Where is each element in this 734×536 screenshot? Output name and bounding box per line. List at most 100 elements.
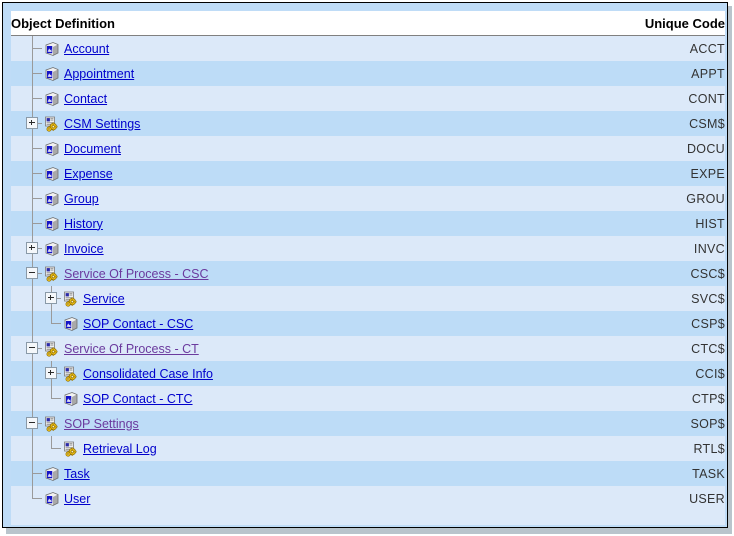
object-definition-link[interactable]: Contact bbox=[64, 91, 107, 107]
collapse-toggle-icon[interactable] bbox=[26, 417, 38, 429]
expand-toggle-icon[interactable] bbox=[45, 292, 57, 304]
unique-code-cell: CSP$ bbox=[691, 316, 725, 331]
object-definition-link[interactable]: Service Of Process - CSC bbox=[64, 266, 208, 282]
unique-code-cell: SOP$ bbox=[690, 416, 725, 431]
object-icon bbox=[44, 491, 60, 507]
expand-toggle-icon[interactable] bbox=[26, 242, 38, 254]
settings-icon bbox=[44, 116, 60, 132]
table-row[interactable]: SOP Contact - CSC CSP$ bbox=[11, 311, 725, 336]
object-definition-link[interactable]: History bbox=[64, 216, 103, 232]
tree-connector bbox=[23, 61, 42, 86]
object-definition-link[interactable]: Service bbox=[83, 291, 125, 307]
object-definition-link[interactable]: SOP Settings bbox=[64, 416, 139, 432]
object-definition-link[interactable]: Task bbox=[64, 466, 90, 482]
unique-code-cell: GROU bbox=[686, 191, 725, 206]
expand-toggle-icon[interactable] bbox=[26, 117, 38, 129]
table-row[interactable]: Appointment APPT bbox=[11, 61, 725, 86]
settings-icon bbox=[63, 366, 79, 382]
object-icon bbox=[63, 316, 79, 332]
tree-toggle[interactable] bbox=[23, 261, 42, 286]
object-definition-link[interactable]: CSM Settings bbox=[64, 116, 140, 132]
table-row[interactable]: Consolidated Case Info CCI$ bbox=[11, 361, 725, 386]
table-row[interactable]: Document DOCU bbox=[11, 136, 725, 161]
tree-toggle[interactable] bbox=[42, 286, 61, 311]
object-definition-link[interactable]: Service Of Process - CT bbox=[64, 341, 199, 357]
table-row[interactable]: Expense EXPE bbox=[11, 161, 725, 186]
object-definition-cell: Invoice bbox=[11, 236, 571, 261]
expand-toggle-icon[interactable] bbox=[45, 367, 57, 379]
unique-code-cell: INVC bbox=[693, 241, 725, 256]
table-row[interactable]: Service SVC$ bbox=[11, 286, 725, 311]
tree-trunk-line bbox=[23, 436, 42, 461]
unique-code-cell: DOCU bbox=[686, 141, 725, 156]
tree-toggle[interactable] bbox=[23, 411, 42, 436]
tree-connector bbox=[23, 186, 42, 211]
unique-code-cell: TASK bbox=[692, 466, 725, 481]
settings-icon bbox=[44, 266, 60, 282]
table-row[interactable]: Contact CONT bbox=[11, 86, 725, 111]
tree-connector bbox=[42, 311, 61, 336]
object-icon bbox=[44, 241, 60, 257]
table-row[interactable]: Retrieval Log RTL$ bbox=[11, 436, 725, 461]
column-header-unique-code: Unique Code bbox=[571, 11, 725, 36]
object-icon bbox=[44, 66, 60, 82]
window-frame: Object Definition Unique Code Account ACC… bbox=[0, 0, 734, 536]
table-row[interactable]: Account ACCT bbox=[11, 35, 725, 61]
unique-code-cell: CCI$ bbox=[695, 366, 725, 381]
unique-code-cell: ACCT bbox=[689, 41, 725, 56]
settings-icon bbox=[63, 291, 79, 307]
object-icon bbox=[44, 41, 60, 57]
table-row[interactable]: Service Of Process - CT CTC$ bbox=[11, 336, 725, 361]
tree-trunk-line bbox=[23, 286, 42, 311]
object-definition-link[interactable]: User bbox=[64, 491, 90, 507]
settings-icon bbox=[44, 341, 60, 357]
object-definition-link[interactable]: Expense bbox=[64, 166, 113, 182]
object-definition-link[interactable]: SOP Contact - CSC bbox=[83, 316, 193, 332]
object-definition-cell: Appointment bbox=[11, 61, 571, 86]
object-definition-link[interactable]: Document bbox=[64, 141, 121, 157]
object-definition-link[interactable]: Account bbox=[64, 41, 109, 57]
table-row[interactable]: Task TASK bbox=[11, 461, 725, 486]
table-row[interactable]: SOP Settings SOP$ bbox=[11, 411, 725, 436]
tree-toggle[interactable] bbox=[23, 111, 42, 136]
tree-connector bbox=[23, 486, 42, 511]
object-definition-cell: Account bbox=[11, 36, 571, 61]
table-row[interactable]: Invoice INVC bbox=[11, 236, 725, 261]
object-definition-link[interactable]: Consolidated Case Info bbox=[83, 366, 213, 382]
table-row[interactable]: Service Of Process - CSC CSC$ bbox=[11, 261, 725, 286]
object-definition-table: Object Definition Unique Code Account ACC… bbox=[11, 11, 725, 511]
object-definition-link[interactable]: Invoice bbox=[64, 241, 104, 257]
table-row[interactable]: CSM Settings CSM$ bbox=[11, 111, 725, 136]
table-row[interactable]: User USER bbox=[11, 486, 725, 511]
settings-icon bbox=[63, 441, 79, 457]
tree-toggle[interactable] bbox=[42, 361, 61, 386]
object-definition-link[interactable]: Retrieval Log bbox=[83, 441, 157, 457]
object-definition-cell: Service Of Process - CT bbox=[11, 336, 571, 361]
unique-code-cell: CSC$ bbox=[690, 266, 725, 281]
table-row[interactable]: SOP Contact - CTC CTP$ bbox=[11, 386, 725, 411]
tree-toggle[interactable] bbox=[23, 336, 42, 361]
object-definition-link[interactable]: Group bbox=[64, 191, 99, 207]
collapse-toggle-icon[interactable] bbox=[26, 342, 38, 354]
object-definition-link[interactable]: Appointment bbox=[64, 66, 134, 82]
tree-trunk-line bbox=[23, 361, 42, 386]
object-definition-cell: SOP Contact - CSC bbox=[11, 311, 571, 336]
object-definition-cell: Consolidated Case Info bbox=[11, 361, 571, 386]
table-row[interactable]: Group GROU bbox=[11, 186, 725, 211]
object-definition-panel: Object Definition Unique Code Account ACC… bbox=[11, 11, 725, 525]
object-definition-cell: Contact bbox=[11, 86, 571, 111]
table-row[interactable]: History HIST bbox=[11, 211, 725, 236]
unique-code-cell: CSM$ bbox=[689, 116, 725, 131]
object-definition-cell: SOP Contact - CTC bbox=[11, 386, 571, 411]
collapse-toggle-icon[interactable] bbox=[26, 267, 38, 279]
tree-toggle[interactable] bbox=[23, 236, 42, 261]
object-definition-link[interactable]: SOP Contact - CTC bbox=[83, 391, 193, 407]
